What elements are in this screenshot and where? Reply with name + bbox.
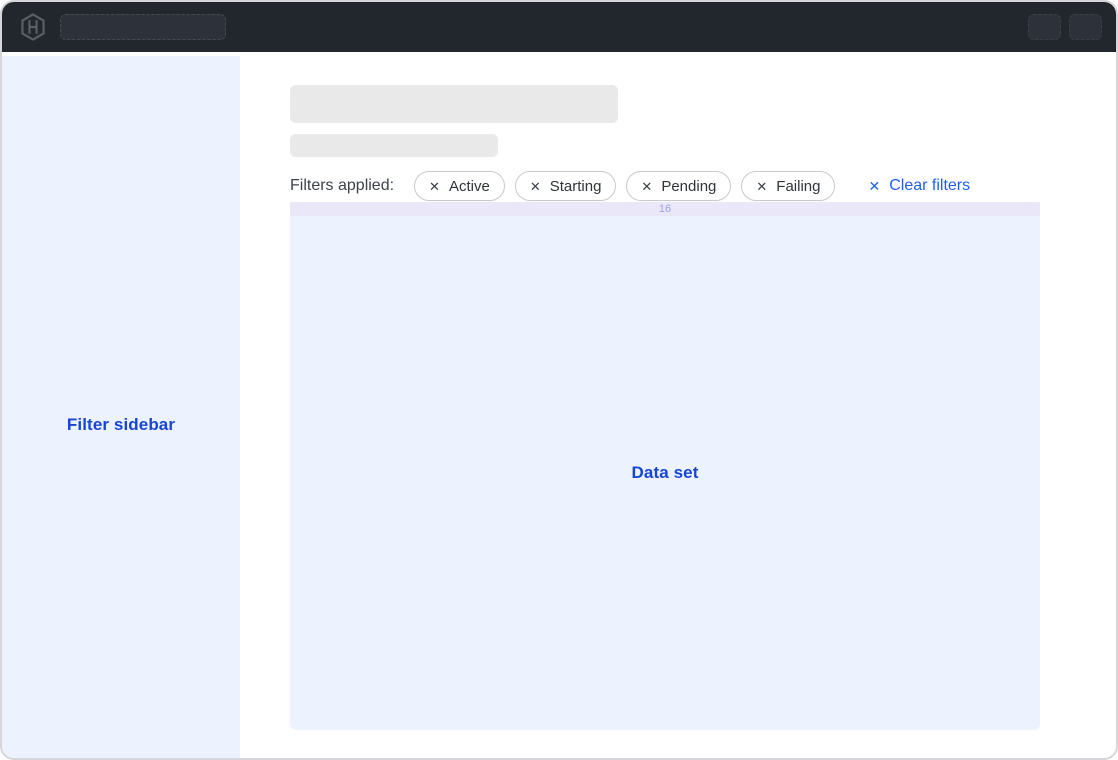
filter-sidebar-label: Filter sidebar (2, 415, 240, 435)
clear-filters-label: Clear filters (889, 178, 970, 194)
clear-filters-button[interactable]: ✕ Clear filters (868, 178, 970, 194)
filter-chip-label: Pending (661, 179, 716, 194)
subtitle-placeholder (290, 134, 498, 157)
main-content: Filters applied: ✕ Active ✕ Starting ✕ P… (240, 56, 1116, 758)
filter-chip-label: Active (449, 179, 490, 194)
filters-applied-label: Filters applied: (290, 177, 394, 195)
app-window: Filter sidebar Filters applied: ✕ Active… (0, 0, 1118, 760)
data-set-label: Data set (632, 463, 699, 483)
filter-chip-failing[interactable]: ✕ Failing (741, 171, 835, 201)
filter-chip-label: Starting (550, 179, 602, 194)
clear-filters-icon: ✕ (868, 179, 880, 193)
top-navbar (2, 2, 1116, 52)
remove-filter-icon[interactable]: ✕ (530, 180, 541, 193)
nav-menu-placeholder (60, 14, 226, 40)
filters-applied-row: Filters applied: ✕ Active ✕ Starting ✕ P… (290, 171, 1116, 201)
filter-sidebar: Filter sidebar (2, 56, 240, 758)
nav-action-placeholder-2[interactable] (1069, 14, 1102, 40)
data-set-area: Data set (290, 216, 1040, 730)
filter-chip-label: Failing (776, 179, 820, 194)
filter-chip-starting[interactable]: ✕ Starting (515, 171, 617, 201)
remove-filter-icon[interactable]: ✕ (429, 180, 440, 193)
remove-filter-icon[interactable]: ✕ (756, 180, 767, 193)
page-title-placeholder (290, 85, 618, 123)
app-body: Filter sidebar Filters applied: ✕ Active… (2, 56, 1116, 758)
result-count-bar: 16 (290, 202, 1040, 216)
filter-chip-pending[interactable]: ✕ Pending (626, 171, 731, 201)
nav-action-placeholder-1[interactable] (1028, 14, 1061, 40)
remove-filter-icon[interactable]: ✕ (641, 180, 652, 193)
hashicorp-logo-icon (19, 13, 47, 41)
filter-chip-active[interactable]: ✕ Active (414, 171, 505, 201)
